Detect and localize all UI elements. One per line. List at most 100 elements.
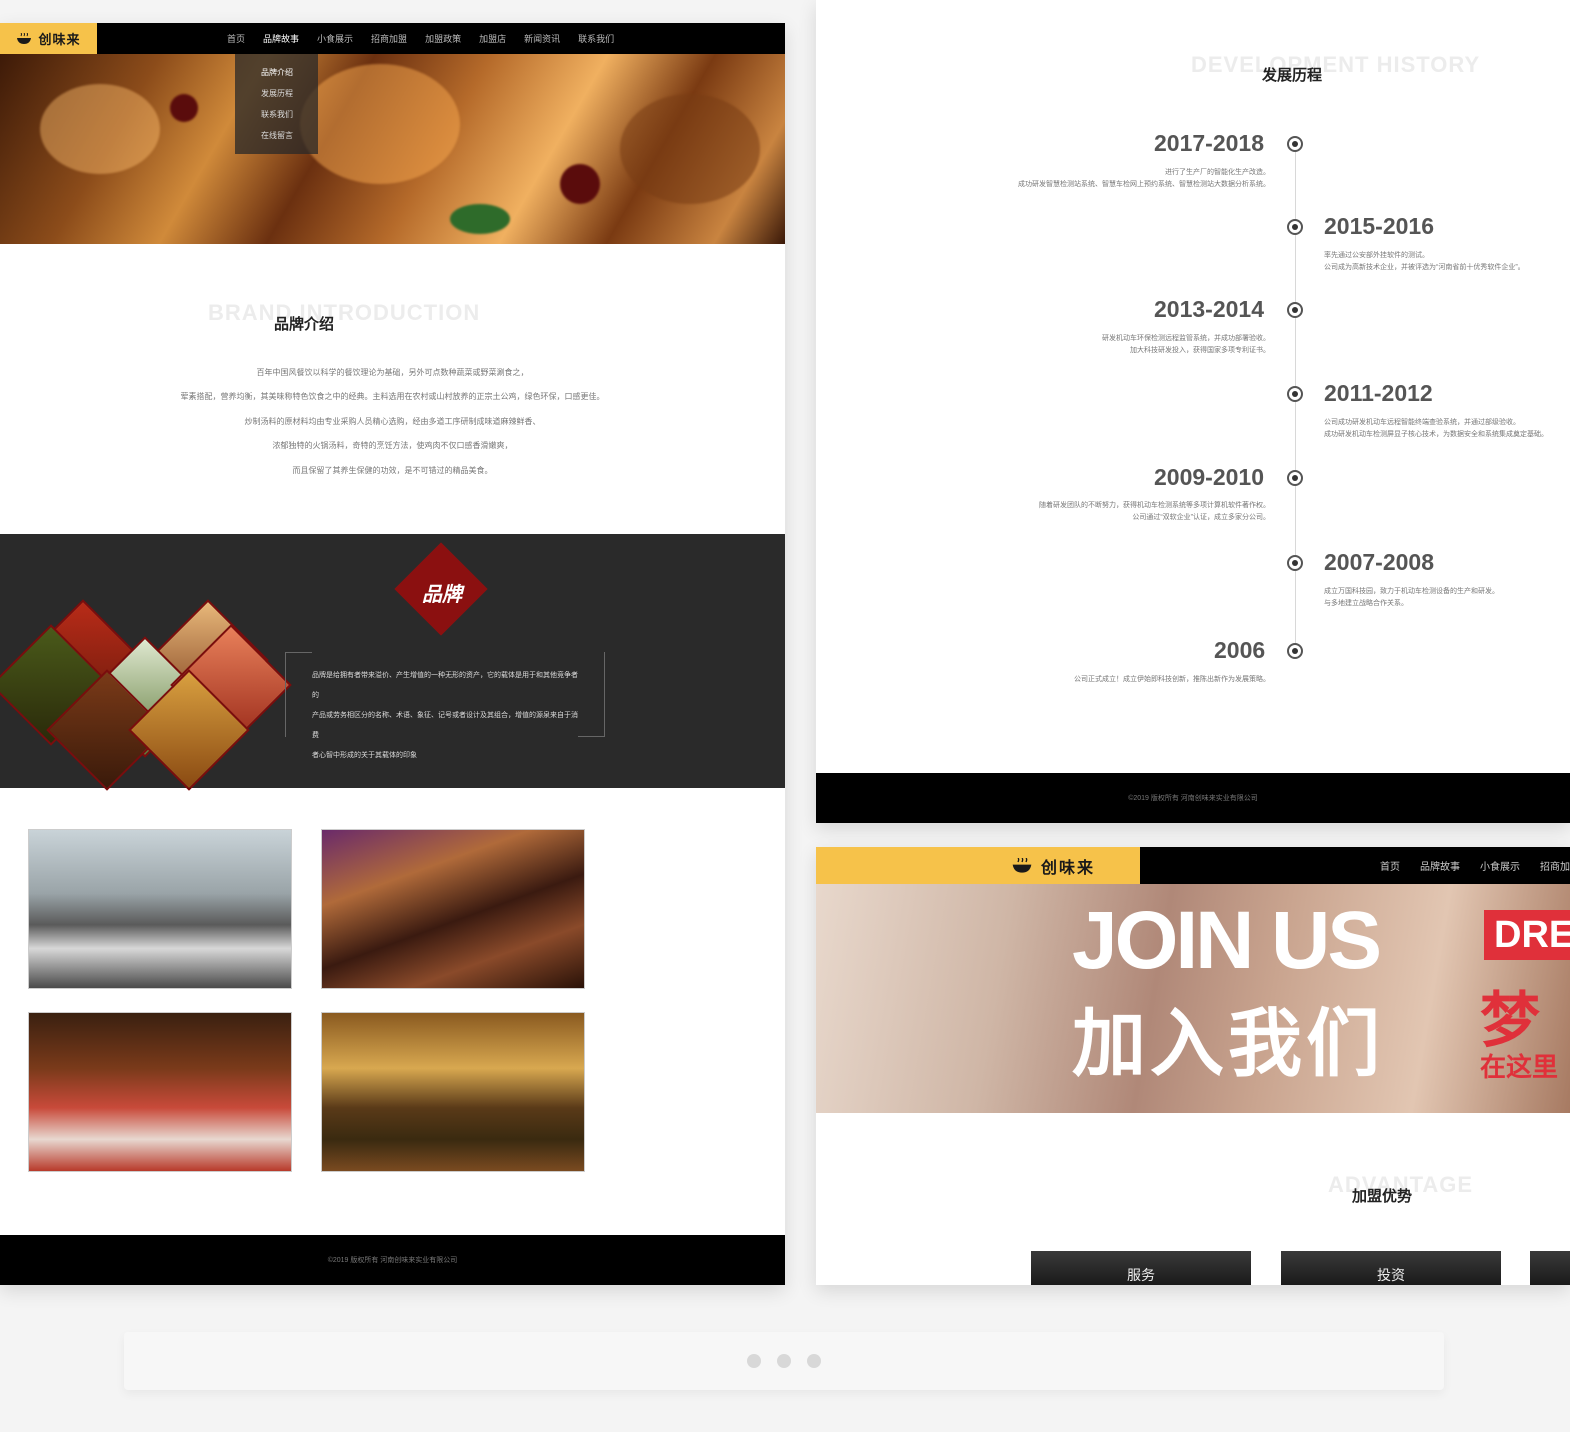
timeline-year: 2011-2012	[1324, 380, 1433, 406]
nav-item-contact[interactable]: 联系我们	[578, 32, 614, 45]
top-nav: 创味来 首页 品牌故事 小食展示 招商加盟 加盟政策 加盟店 新闻资讯 联系我们	[0, 23, 785, 54]
franchise-page: 创味来 首页 品牌故事 小食展示 招商加 JOIN US 加入我们 DRE 梦 …	[816, 847, 1570, 1285]
nav-item-news[interactable]: 新闻资讯	[524, 32, 560, 45]
nav-item-stores[interactable]: 加盟店	[479, 32, 506, 45]
nav-item-brand-story[interactable]: 品牌故事	[263, 32, 299, 45]
nav-item-brand-story[interactable]: 品牌故事	[1420, 858, 1460, 873]
timeline-line: 公司成功研发机动车远程智能终端查验系统，并通过部级验收。	[1324, 419, 1520, 426]
banner-dream-subtitle: 在这里	[1480, 1052, 1559, 1082]
timeline-line: 率先通过公安部外挂软件的测试。	[1324, 252, 1429, 259]
timeline-line: 与多地建立战略合作关系。	[1324, 600, 1408, 607]
brand-story-page: 创味来 首页 品牌故事 小食展示 招商加盟 加盟政策 加盟店 新闻资讯 联系我们…	[0, 23, 785, 1285]
intro-line: 百年中国风餐饮以科学的餐饮理论为基础，另外可点数种蔬菜或野菜涮食之，	[256, 368, 529, 377]
nav-item-snacks[interactable]: 小食展示	[1480, 858, 1520, 873]
logo[interactable]: 创味来	[0, 23, 97, 54]
banner-english-title: JOIN US	[1072, 895, 1382, 986]
timeline-line: 公司正式成立！成立伊始即科技创新，推陈出新作为发展策略。	[1074, 676, 1270, 683]
timeline-year: 2009-2010	[1154, 464, 1264, 490]
main-menu: 首页 品牌故事 小食展示 招商加	[1380, 858, 1570, 873]
hero-food-image	[0, 54, 785, 244]
intro-line: 荤素搭配，营养均衡，其美味称特色饮食之中的经典。主料选用在农村或山村放养的正宗土…	[180, 392, 605, 401]
brand-badge-text: 品牌	[422, 582, 462, 606]
banner-dream-tag: DRE	[1484, 910, 1570, 960]
brand-line: 产品或劳务相区分的名称、术语、象征、记号或者设计及其组合，增值的源泉来自于消费	[312, 712, 578, 739]
pager-dot[interactable]	[807, 1354, 821, 1368]
timeline-line: 进行了生产厂的智能化生产改造。	[1165, 169, 1270, 176]
timeline-year: 2017-2018	[1154, 130, 1264, 156]
timeline-dot	[1287, 386, 1303, 402]
timeline-line: 成功研发智慧检测站系统、智慧车检网上预约系统、智慧检测站大数据分析系统。	[1018, 181, 1270, 188]
nav-item-policy[interactable]: 加盟政策	[425, 32, 461, 45]
timeline-dot	[1287, 302, 1303, 318]
section-watermark: BRAND INTRODUCTION	[208, 300, 481, 325]
brand-line: 者心智中形成的关于其载体的印象	[312, 752, 417, 759]
banner-dream-char: 梦	[1480, 987, 1540, 1054]
dropdown-item-message[interactable]: 在线留言	[261, 125, 318, 146]
logo-text: 创味来	[38, 32, 81, 47]
brand-story-dropdown: 品牌介绍 发展历程 联系我们 在线留言	[235, 54, 318, 154]
brand-description: 品牌是给拥有者带来溢价、产生增值的一种无形的资产，它的载体是用于和其他竞争者的 …	[285, 652, 605, 759]
timeline-year: 2013-2014	[1154, 296, 1264, 322]
nav-item-franchise[interactable]: 招商加盟	[371, 32, 407, 45]
advantage-card-investment[interactable]: 投资	[1281, 1251, 1501, 1285]
join-us-banner: JOIN US 加入我们 DRE 梦 在这里	[816, 884, 1570, 1113]
nav-item-franchise[interactable]: 招商加	[1540, 858, 1570, 873]
footer: ©2019 版权所有 河南创味来实业有限公司	[0, 1235, 785, 1285]
timeline-dot	[1287, 219, 1303, 235]
timeline-desc: 率先通过公安部外挂软件的测试。 公司成为高新技术企业，并被评选为“河南省前十优秀…	[1324, 250, 1525, 274]
section-title: 品牌介绍	[274, 316, 335, 333]
timeline-dot	[1287, 136, 1303, 152]
advantage-card-label: 投资	[1377, 1267, 1405, 1283]
dropdown-item-contact[interactable]: 联系我们	[261, 104, 318, 125]
section-title: 发展历程	[1262, 67, 1323, 84]
brand-line: 品牌是给拥有者带来溢价、产生增值的一种无形的资产，它的载体是用于和其他竞争者的	[312, 672, 578, 699]
footer: ©2019 版权所有 河南创味来实业有限公司	[816, 773, 1570, 823]
bowl-icon	[1012, 857, 1032, 873]
restaurant-photo	[28, 829, 292, 989]
section-title: 加盟优势	[1352, 1188, 1413, 1205]
timeline-year: 2015-2016	[1324, 213, 1434, 239]
history-page: DEVELOPMENT HISTORY 发展历程 2017-2018 进行了生产…	[816, 0, 1570, 823]
timeline-year: 2007-2008	[1324, 549, 1434, 575]
main-menu: 首页 品牌故事 小食展示 招商加盟 加盟政策 加盟店 新闻资讯 联系我们	[227, 32, 614, 45]
intro-line: 浓郁独特的火锅汤料，奇特的烹饪方法，使鸡肉不仅口感香滑嫩爽，	[272, 441, 513, 450]
section-watermark: DEVELOPMENT HISTORY	[1191, 52, 1481, 77]
nav-item-snacks[interactable]: 小食展示	[317, 32, 353, 45]
intro-line: 炒制汤料的原材料均由专业采购人员精心选购，经由多道工序研制成味道麻辣鲜香、	[244, 417, 541, 426]
timeline-dot	[1287, 555, 1303, 571]
timeline-line: 公司成为高新技术企业，并被评选为“河南省前十优秀软件企业”。	[1324, 264, 1525, 271]
timeline-line: 随着研发团队的不断努力，获得机动车检测系统等多项计算机软件著作权。	[1039, 502, 1270, 509]
timeline-line: 成立万国科技园，致力于机动车检测设备的生产和研发。	[1324, 588, 1499, 595]
showcase-stage: 创味来 首页 品牌故事 小食展示 招商加盟 加盟政策 加盟店 新闻资讯 联系我们…	[0, 0, 1570, 1432]
banner-chinese-title: 加入我们	[1072, 1002, 1384, 1085]
timeline-desc: 成立万国科技园，致力于机动车检测设备的生产和研发。 与多地建立战略合作关系。	[1324, 586, 1499, 610]
pager-dot[interactable]	[747, 1354, 761, 1368]
copyright-text: ©2019 版权所有 河南创味来实业有限公司	[1128, 795, 1258, 802]
timeline-desc: 公司成功研发机动车远程智能终端查验系统，并通过部级验收。 成功研发机动车检测屏显…	[1324, 417, 1548, 441]
nav-item-home[interactable]: 首页	[1380, 858, 1400, 873]
timeline-dot	[1287, 643, 1303, 659]
intro-line: 而且保留了其养生保健的功效，是不可错过的精品美食。	[292, 466, 493, 475]
timeline-desc: 进行了生产厂的智能化生产改造。 成功研发智慧检测站系统、智慧车检网上预约系统、智…	[1018, 167, 1270, 191]
timeline-desc: 研发机动车环保检测远程监管系统，并成功部署验收。 加大科技研发投入，获得国家多项…	[1102, 333, 1270, 357]
bowl-icon	[17, 32, 32, 44]
timeline-dot	[1287, 470, 1303, 486]
dropdown-item-brand-intro[interactable]: 品牌介绍	[261, 62, 318, 83]
top-nav: 创味来 首页 品牌故事 小食展示 招商加	[816, 847, 1570, 884]
restaurant-photo	[28, 1012, 292, 1172]
restaurant-photo	[321, 1012, 585, 1172]
timeline-desc: 随着研发团队的不断努力，获得机动车检测系统等多项计算机软件著作权。 公司通过“双…	[1039, 500, 1270, 524]
logo-text: 创味来	[1040, 859, 1095, 877]
advantage-card-partial[interactable]	[1530, 1251, 1570, 1285]
pager-dot[interactable]	[777, 1354, 791, 1368]
timeline-line: 成功研发机动车检测屏显子核心技术，为数据安全和系统集成奠定基础。	[1324, 431, 1548, 438]
timeline-line: 加大科技研发投入，获得国家多项专利证书。	[1130, 347, 1270, 354]
nav-item-home[interactable]: 首页	[227, 32, 245, 45]
timeline-line: 研发机动车环保检测远程监管系统，并成功部署验收。	[1102, 335, 1270, 342]
logo[interactable]: 创味来	[816, 847, 1140, 884]
carousel-pager	[124, 1332, 1444, 1390]
advantage-card-service[interactable]: 服务	[1031, 1251, 1251, 1285]
advantage-card-label: 服务	[1127, 1267, 1155, 1283]
timeline-desc: 公司正式成立！成立伊始即科技创新，推陈出新作为发展策略。	[1074, 674, 1270, 686]
dropdown-item-history[interactable]: 发展历程	[261, 83, 318, 104]
